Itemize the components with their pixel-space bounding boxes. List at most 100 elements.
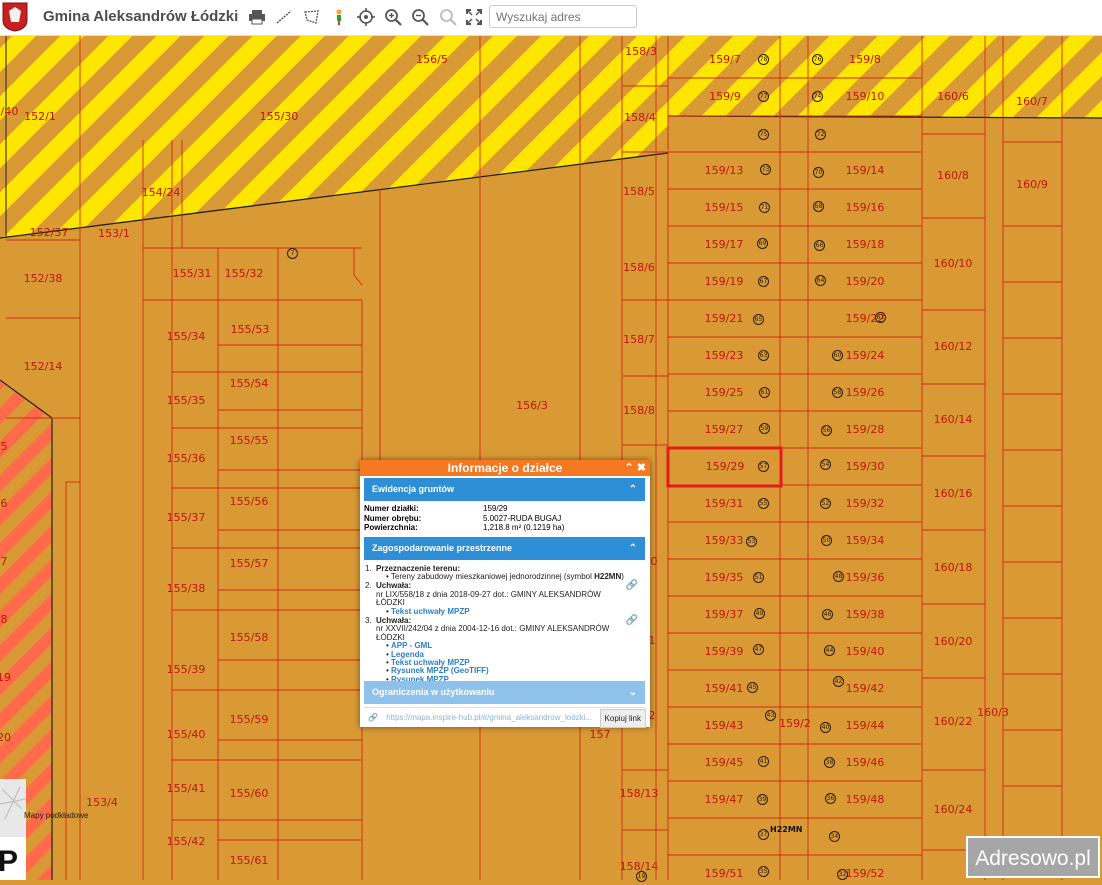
- parcel-label[interactable]: 7: [1, 555, 8, 568]
- parcel-label[interactable]: 159/34: [846, 534, 885, 547]
- parcel-label[interactable]: 159/48: [846, 793, 885, 806]
- close-popup-icon[interactable]: ✖: [637, 462, 646, 474]
- basemap-label[interactable]: Mapy podkładowe: [24, 812, 88, 820]
- parcel-label[interactable]: 155/53: [231, 323, 270, 336]
- parcel-label[interactable]: 155/30: [260, 110, 299, 123]
- parcel-label[interactable]: 160/6: [937, 90, 969, 103]
- parcel-label[interactable]: 152/37: [30, 226, 69, 239]
- parcel-label[interactable]: 154/24: [142, 186, 181, 199]
- print-icon[interactable]: [246, 6, 268, 28]
- parcel-label[interactable]: 160/22: [934, 715, 973, 728]
- parcel-label[interactable]: 159/13: [705, 164, 744, 177]
- parcel-label[interactable]: 152/14: [24, 360, 63, 373]
- section-ograniczenia[interactable]: Ograniczenia w użytkowaniu ⌄: [364, 681, 645, 704]
- parcel-label[interactable]: 159/33: [705, 534, 744, 547]
- parcel-label[interactable]: 155/34: [167, 330, 206, 343]
- map-view[interactable]: 156/5 158/3 159/7 159/8 159/9 159/10 160/6 160/…: [0, 0, 1102, 882]
- parcel-label[interactable]: 158/13: [620, 787, 659, 800]
- collapse-popup-icon[interactable]: ⌃: [625, 462, 634, 474]
- parcel-label[interactable]: 152/38: [24, 272, 63, 285]
- parcel-label[interactable]: 159/41: [705, 682, 744, 695]
- parcel-label[interactable]: 160/24: [934, 803, 973, 816]
- parcel-label[interactable]: 159/38: [846, 608, 885, 621]
- parcel-label[interactable]: 158/4: [624, 111, 656, 124]
- parcel-label[interactable]: 155/39: [167, 663, 206, 676]
- parcel-label[interactable]: 155/36: [167, 452, 206, 465]
- parcel-label[interactable]: 159/44: [846, 719, 885, 732]
- resolution-text-link[interactable]: Tekst uchwały MPZP: [391, 607, 470, 616]
- parcel-label[interactable]: 155/58: [230, 631, 269, 644]
- parcel-label[interactable]: 160/14: [934, 413, 973, 426]
- parcel-label[interactable]: 8: [1, 613, 8, 626]
- parcel-label[interactable]: 159/24: [846, 349, 885, 362]
- parcel-label[interactable]: 155/31: [173, 267, 212, 280]
- parcel-label[interactable]: 159/30: [846, 460, 885, 473]
- parcel-label[interactable]: 159/31: [705, 497, 744, 510]
- parcel-label[interactable]: 159/27: [705, 423, 744, 436]
- parcel-label[interactable]: 159/45: [705, 756, 744, 769]
- parcel-label[interactable]: 159/47: [705, 793, 744, 806]
- parcel-label[interactable]: 155/32: [225, 267, 264, 280]
- fullscreen-icon[interactable]: [463, 6, 485, 28]
- parcel-label[interactable]: 160/16: [934, 487, 973, 500]
- parcel-label[interactable]: 159/46: [846, 756, 885, 769]
- parcel-label[interactable]: 155/35: [167, 394, 206, 407]
- parcel-label[interactable]: 20: [0, 731, 11, 744]
- parcel-label[interactable]: 159/35: [705, 571, 744, 584]
- section-zagospodarowanie[interactable]: Zagospodarowanie przestrzenne ⌃: [364, 536, 645, 560]
- parcel-label[interactable]: 155/40: [167, 728, 206, 741]
- address-search-input[interactable]: [489, 5, 637, 28]
- share-link-url[interactable]: https://mapa.inspire-hub.pl/#/gmina_alek…: [386, 713, 592, 722]
- zoom-out-icon[interactable]: [409, 6, 431, 28]
- parcel-label[interactable]: 159/21: [705, 312, 744, 325]
- parcel-label[interactable]: 158/6: [623, 261, 655, 274]
- parcel-label[interactable]: 153/1: [98, 227, 130, 240]
- parcel-label[interactable]: 156/5: [416, 53, 448, 66]
- parcel-label[interactable]: 160/3: [977, 706, 1009, 719]
- parcel-label[interactable]: 159/25: [705, 386, 744, 399]
- parcel-label[interactable]: 159/14: [846, 164, 885, 177]
- parcel-label[interactable]: 5: [1, 440, 8, 453]
- parcel-label[interactable]: 159/17: [705, 238, 744, 251]
- parcel-label[interactable]: 19: [0, 671, 11, 684]
- parcel-label[interactable]: 2/40: [0, 105, 18, 118]
- parcel-label[interactable]: 157: [590, 728, 611, 741]
- parcel-label[interactable]: 160/20: [934, 635, 973, 648]
- adresowo-logo[interactable]: Adresowo.pl: [966, 836, 1100, 878]
- parcel-label[interactable]: 159/40: [846, 645, 885, 658]
- parcel-label[interactable]: 159/52: [846, 867, 885, 880]
- parcel-label[interactable]: 6: [1, 497, 8, 510]
- copy-link-button[interactable]: Kopiuj link: [599, 709, 646, 728]
- parcel-label[interactable]: 153/4: [86, 796, 118, 809]
- parcel-label[interactable]: 159/32: [846, 497, 885, 510]
- parcel-label[interactable]: 159/18: [846, 238, 885, 251]
- parcel-label[interactable]: 160/18: [934, 561, 973, 574]
- parcel-label[interactable]: 155/54: [230, 377, 269, 390]
- link-icon[interactable]: 🔗: [626, 581, 638, 592]
- parcel-label[interactable]: 158/3: [625, 45, 657, 58]
- parcel-label[interactable]: 160/9: [1016, 178, 1048, 191]
- parcel-label[interactable]: 0: [651, 555, 658, 568]
- parcel-label[interactable]: 159/7: [709, 53, 741, 66]
- parcel-label[interactable]: 159/42: [846, 682, 885, 695]
- parcel-label[interactable]: 155/61: [230, 854, 269, 867]
- measure-area-icon[interactable]: [301, 6, 323, 28]
- parcel-label[interactable]: 159/36: [846, 571, 885, 584]
- parcel-label[interactable]: 158/5: [623, 185, 655, 198]
- parcel-label[interactable]: 159/39: [705, 645, 744, 658]
- parcel-label[interactable]: 155/56: [230, 495, 269, 508]
- parcel-label[interactable]: 159/15: [705, 201, 744, 214]
- parcel-label[interactable]: 155/42: [167, 835, 206, 848]
- parcel-label[interactable]: 155/57: [230, 557, 269, 570]
- parcel-label[interactable]: 159/2: [779, 717, 811, 730]
- parcel-label[interactable]: 152/1: [24, 110, 56, 123]
- parcel-label[interactable]: 159/19: [705, 275, 744, 288]
- parcel-label[interactable]: 159/29: [706, 460, 745, 473]
- parcel-label[interactable]: 155/55: [230, 434, 269, 447]
- parcel-label[interactable]: 155/41: [167, 782, 206, 795]
- section-ewidencja[interactable]: Ewidencja gruntów ⌃: [364, 478, 645, 501]
- locate-icon[interactable]: [355, 6, 377, 28]
- parcel-label[interactable]: 160/12: [934, 340, 973, 353]
- parcel-label[interactable]: 159/9: [709, 90, 741, 103]
- basemap-thumbnail[interactable]: P: [0, 779, 27, 880]
